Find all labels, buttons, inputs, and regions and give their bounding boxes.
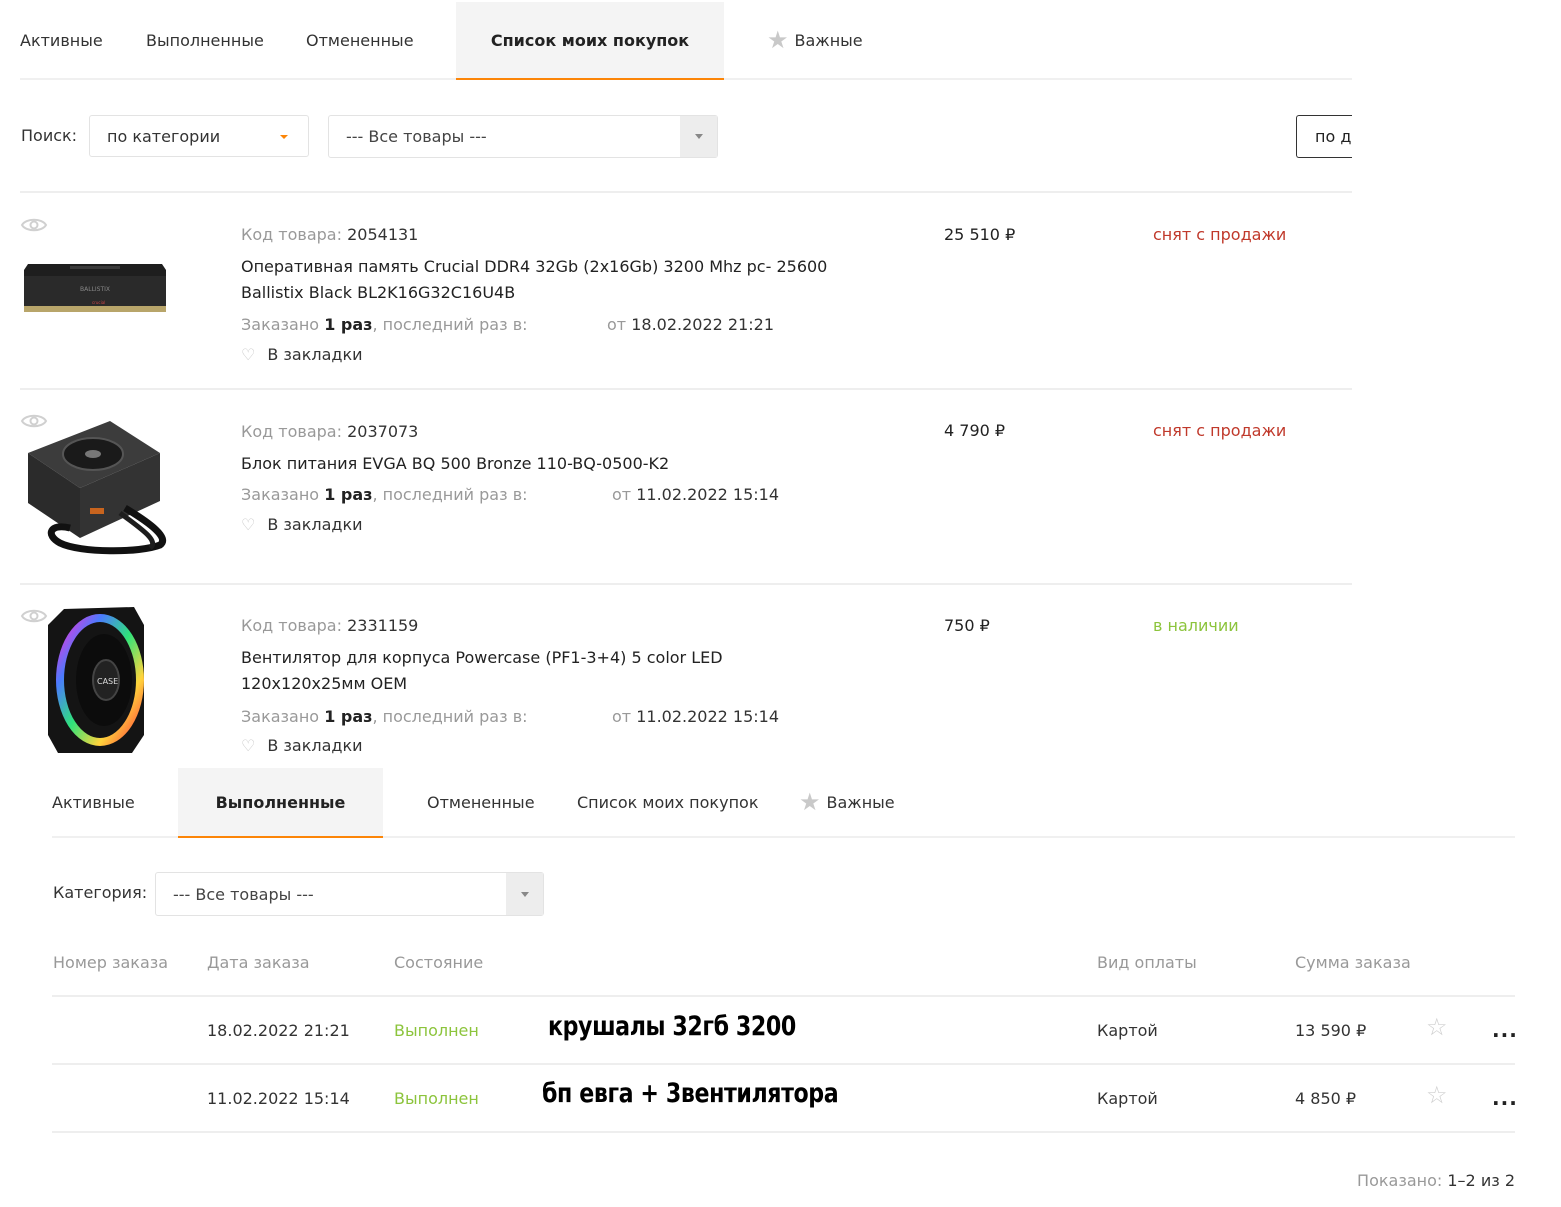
header-order-date: Дата заказа: [207, 953, 310, 972]
tab-completed[interactable]: Выполненные: [178, 768, 383, 838]
heart-icon: ♡: [241, 736, 256, 755]
orders-tabs: Активные Выполненные Отмененные Список м…: [52, 768, 1515, 838]
tab-important[interactable]: ★ Важные: [799, 768, 959, 836]
product-price: 4 790 ₽: [944, 421, 1006, 440]
product-code: Код товара: 2037073: [241, 422, 419, 441]
order-note: бп евга + 3вентилятора: [542, 1078, 839, 1109]
order-state: Выполнен: [394, 1021, 479, 1040]
tab-label: Отмененные: [427, 792, 535, 812]
product-name[interactable]: Оперативная память Crucial DDR4 32Gb (2x…: [241, 254, 851, 306]
category-select[interactable]: --- Все товары ---: [328, 115, 718, 158]
divider: [52, 1131, 1515, 1133]
search-label: Поиск:: [21, 126, 78, 145]
tab-active[interactable]: Активные: [52, 768, 178, 836]
svg-text:crucial: crucial: [92, 300, 105, 305]
tab-cancelled[interactable]: Отмененные: [383, 768, 577, 836]
category-label: Категория:: [53, 883, 148, 902]
tab-purchases-list[interactable]: Список моих покупок: [577, 768, 799, 836]
search-mode-value: по категории: [107, 126, 221, 146]
ordered-info: Заказано 1 раз, последний раз в:: [241, 485, 528, 504]
pagination-summary: Показано: 1–2 из 2: [1357, 1171, 1515, 1190]
bookmark-button[interactable]: ♡ В закладки: [241, 515, 363, 534]
more-options-icon[interactable]: ...: [1492, 1018, 1518, 1042]
star-icon: ★: [799, 788, 821, 816]
order-note: крушалы 32гб 3200: [548, 1011, 796, 1042]
divider: [20, 583, 1352, 585]
chevron-down-icon: [520, 891, 529, 897]
star-icon[interactable]: ☆: [1426, 1083, 1448, 1107]
bookmark-button[interactable]: ♡ В закладки: [241, 736, 363, 755]
star-icon[interactable]: ☆: [1426, 1015, 1448, 1039]
eye-icon[interactable]: [20, 216, 48, 234]
heart-icon: ♡: [241, 345, 256, 364]
bookmark-label: В закладки: [267, 736, 363, 755]
tab-label: Выполненные: [146, 30, 264, 50]
availability-status: снят с продажи: [1153, 421, 1287, 440]
availability-status: в наличии: [1153, 616, 1239, 635]
orders-category-select[interactable]: --- Все товары ---: [155, 872, 544, 916]
divider: [20, 388, 1352, 390]
tab-label: Список моих покупок: [490, 30, 690, 50]
ram-brand: BALLISTIX: [80, 286, 110, 293]
header-payment: Вид оплаты: [1097, 953, 1197, 972]
tab-completed[interactable]: Выполненные: [146, 2, 306, 78]
order-date: 11.02.2022 15:14: [207, 1089, 350, 1108]
tab-cancelled[interactable]: Отмененные: [306, 2, 456, 78]
tab-label: Активные: [52, 792, 135, 812]
tab-active[interactable]: Активные: [20, 2, 146, 78]
chevron-down-icon: [280, 135, 288, 139]
tab-label: Важные: [794, 30, 863, 50]
ordered-info: Заказано 1 раз, последний раз в:: [241, 315, 528, 334]
search-mode-select[interactable]: по категории: [89, 115, 309, 157]
order-state: Выполнен: [394, 1089, 479, 1108]
ram-module-image: BALLISTIX crucial: [24, 264, 166, 312]
power-supply-image: [28, 421, 166, 555]
tab-purchases-list[interactable]: Список моих покупок: [456, 2, 724, 80]
bookmark-label: В закладки: [267, 345, 363, 364]
product-name[interactable]: Блок питания EVGA BQ 500 Bronze 110-BQ-0…: [241, 451, 851, 477]
divider: [52, 995, 1515, 997]
order-date: 18.02.2022 21:21: [207, 1021, 350, 1040]
header-order-number: Номер заказа: [53, 953, 169, 972]
product-price: 750 ₽: [944, 616, 990, 635]
order-date: от 18.02.2022 21:21: [607, 315, 775, 334]
chevron-down-icon: [694, 134, 703, 139]
order-payment: Картой: [1097, 1089, 1158, 1108]
dropdown-button[interactable]: [506, 873, 543, 915]
availability-status: снят с продажи: [1153, 225, 1287, 244]
tab-label: Выполненные: [215, 792, 346, 812]
order-payment: Картой: [1097, 1021, 1158, 1040]
bookmark-label: В закладки: [267, 515, 363, 534]
product-price: 25 510 ₽: [944, 225, 1016, 244]
order-date: от 11.02.2022 15:14: [612, 707, 780, 726]
bookmark-button[interactable]: ♡ В закладки: [241, 345, 363, 364]
sort-select[interactable]: по да: [1296, 115, 1352, 158]
heart-icon: ♡: [241, 515, 256, 534]
order-date: от 11.02.2022 15:14: [612, 485, 780, 504]
divider: [52, 1063, 1515, 1065]
star-icon: ★: [767, 26, 789, 54]
tab-label: Отмененные: [306, 30, 414, 50]
header-state: Состояние: [394, 953, 484, 972]
top-tabs: Активные Выполненные Отмененные Список м…: [20, 2, 1352, 80]
category-value: --- Все товары ---: [346, 127, 487, 146]
sort-value: по да: [1315, 127, 1352, 146]
product-name[interactable]: Вентилятор для корпуса Powercase (PF1-3+…: [241, 645, 851, 697]
header-sum: Сумма заказа: [1295, 953, 1411, 972]
order-sum: 4 850 ₽: [1295, 1089, 1357, 1108]
ordered-info: Заказано 1 раз, последний раз в:: [241, 707, 528, 726]
product-code: Код товара: 2331159: [241, 616, 419, 635]
dropdown-button[interactable]: [680, 116, 717, 157]
divider: [20, 191, 1352, 193]
tab-label: Список моих покупок: [577, 792, 759, 812]
svg-text:CASE: CASE: [97, 677, 118, 686]
rgb-fan-image: CASE: [48, 607, 144, 753]
tab-label: Важные: [826, 792, 895, 812]
more-options-icon[interactable]: ...: [1492, 1086, 1518, 1110]
order-sum: 13 590 ₽: [1295, 1021, 1367, 1040]
tab-important[interactable]: ★ Важные: [724, 2, 884, 78]
product-code: Код товара: 2054131: [241, 225, 419, 244]
orders-category-value: --- Все товары ---: [173, 884, 314, 904]
tab-label: Активные: [20, 30, 103, 50]
